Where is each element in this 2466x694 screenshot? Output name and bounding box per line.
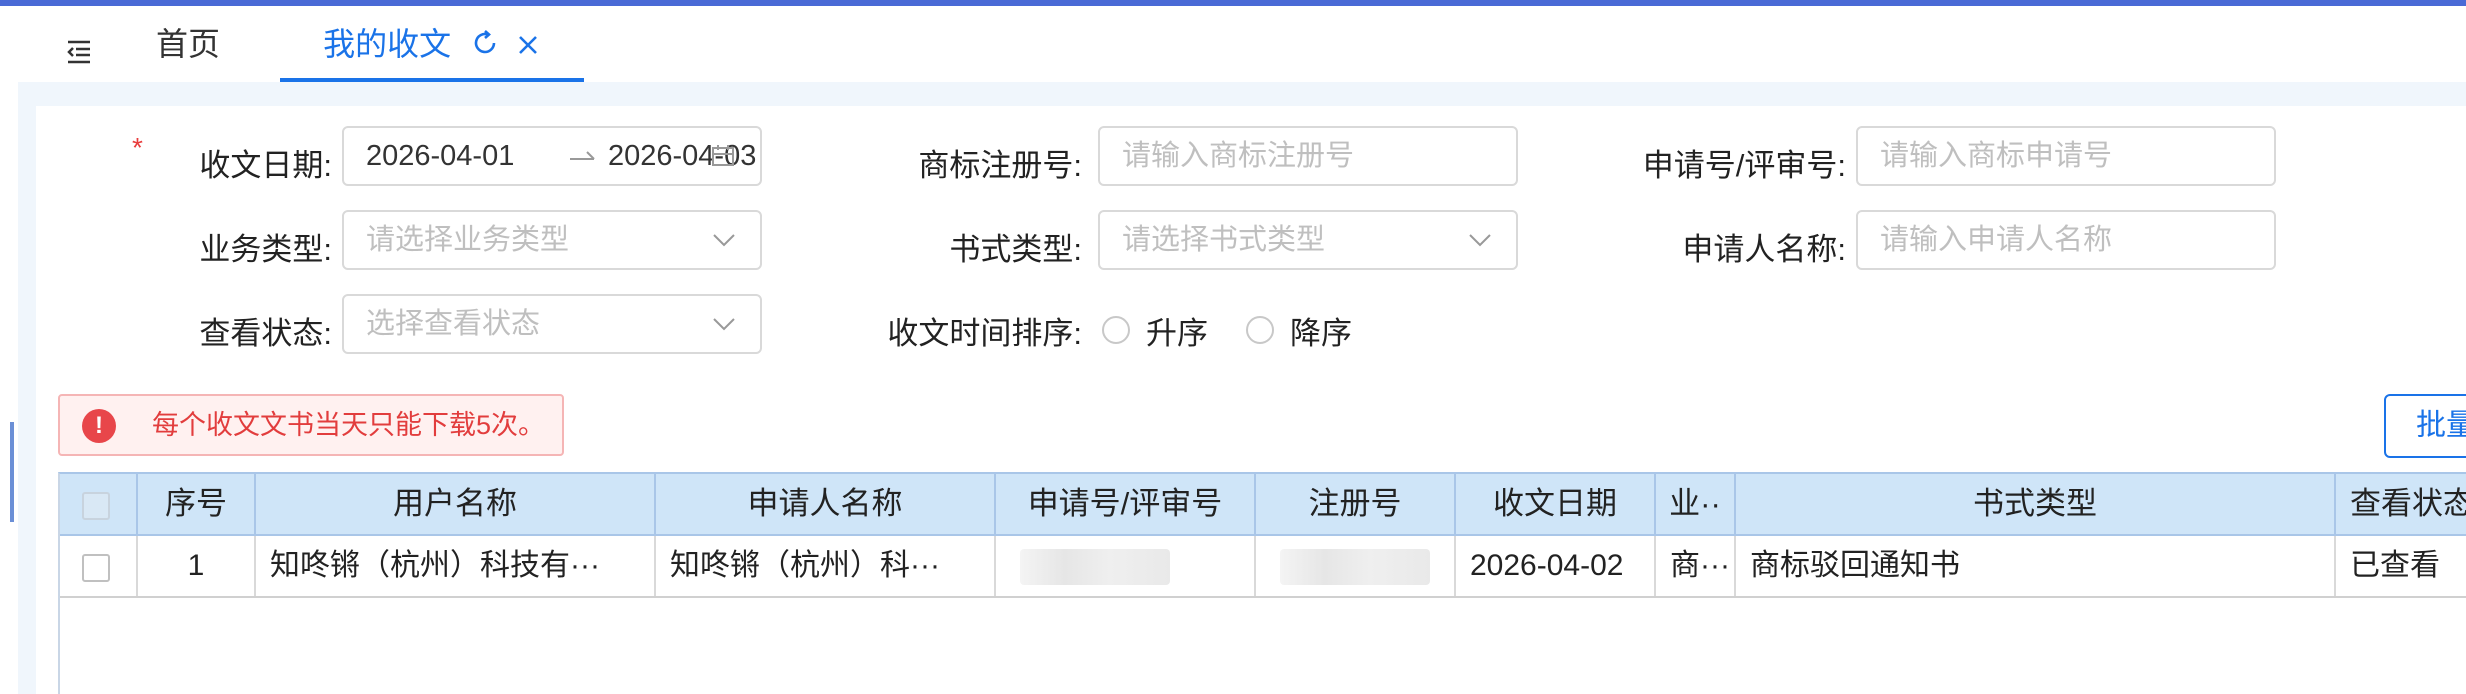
reg-no-input[interactable]: 请输入商标注册号: [1098, 126, 1518, 186]
applicant-input[interactable]: 请输入申请人名称: [1856, 210, 2276, 270]
applicant-label: 申请人名称:: [1682, 232, 1846, 267]
chevron-down-icon: [1468, 212, 1492, 268]
sidebar-edge-marker: [10, 422, 14, 522]
sort-label: 收文时间排序:: [887, 316, 1082, 351]
app-no-input[interactable]: 请输入商标申请号: [1856, 126, 2276, 186]
select-all-cell: [60, 474, 138, 534]
tab-my-received-label: 我的收文: [323, 26, 452, 62]
range-arrow-icon: [570, 128, 596, 184]
view-status-select[interactable]: 选择查看状态: [342, 294, 762, 354]
col-header-user[interactable]: 用户名称: [256, 474, 656, 534]
redacted-reg-no: [1280, 549, 1430, 586]
table-header: 序号 用户名称 申请人名称 申请号/评审号 注册号 收文日期 业·· 书式类型 …: [60, 474, 2466, 536]
tab-my-received[interactable]: 我的收文: [280, 6, 584, 82]
col-header-index[interactable]: 序号: [138, 474, 256, 534]
cell-view-status: 已查看: [2350, 549, 2440, 582]
col-header-date[interactable]: 收文日期: [1456, 474, 1656, 534]
doc-type-label: 书式类型:: [949, 232, 1082, 267]
calendar-icon[interactable]: [710, 128, 736, 184]
close-icon[interactable]: [515, 9, 541, 85]
download-limit-alert: ! 每个收文文书当天只能下载5次。: [58, 394, 564, 456]
col-header-reg-no[interactable]: 注册号: [1256, 474, 1456, 534]
view-status-label: 查看状态:: [199, 316, 332, 351]
cell-reg-no: [1256, 536, 1456, 596]
tab-bar: 首页 我的收文: [0, 6, 2466, 82]
table-row[interactable]: 1 知咚锵（杭州）科技有··· 知咚锵（杭州）科··· 2026-04-02 商…: [60, 536, 2466, 598]
biz-type-label: 业务类型:: [199, 232, 332, 267]
biz-type-select[interactable]: 请选择业务类型: [342, 210, 762, 270]
cell-user: 知咚锵（杭州）科技有···: [256, 536, 656, 596]
col-header-biz[interactable]: 业··: [1656, 474, 1736, 534]
col-header-view-status[interactable]: 查看状态: [2336, 474, 2466, 534]
batch-button[interactable]: 批量: [2384, 394, 2466, 458]
reg-no-placeholder: 请输入商标注册号: [1122, 140, 1355, 172]
applicant-placeholder: 请输入申请人名称: [1880, 224, 2113, 256]
doc-type-select[interactable]: 请选择书式类型: [1098, 210, 1518, 270]
cell-doc-type: 商标驳回通知书: [1736, 536, 2336, 596]
col-header-applicant[interactable]: 申请人名称: [656, 474, 996, 534]
cell-app-no: [996, 536, 1256, 596]
cell-date: 2026-04-02: [1456, 536, 1656, 596]
app-no-label: 申请号/评审号:: [1642, 148, 1846, 183]
view-status-placeholder: 选择查看状态: [366, 308, 541, 340]
alert-text: 每个收文文书当天只能下载5次。: [152, 410, 546, 440]
menu-fold-icon[interactable]: [62, 34, 96, 68]
tab-home-label: 首页: [156, 26, 221, 62]
row-select-cell: [60, 536, 138, 596]
doc-type-placeholder: 请选择书式类型: [1122, 224, 1326, 256]
chevron-down-icon: [712, 296, 736, 352]
cell-index: 1: [138, 536, 256, 596]
redacted-app-no: [1020, 549, 1170, 586]
refresh-icon[interactable]: [470, 9, 500, 85]
sort-asc-radio[interactable]: [1102, 316, 1130, 344]
date-label: 收文日期:: [199, 148, 332, 183]
sort-desc-radio[interactable]: [1246, 316, 1274, 344]
results-table: 序号 用户名称 申请人名称 申请号/评审号 注册号 收文日期 业·· 书式类型 …: [58, 472, 2466, 694]
select-all-checkbox[interactable]: [82, 492, 110, 520]
row-checkbox[interactable]: [82, 554, 110, 582]
cell-applicant: 知咚锵（杭州）科···: [656, 536, 996, 596]
tab-home[interactable]: 首页: [156, 6, 220, 82]
sort-desc-label[interactable]: 降序: [1290, 308, 1352, 353]
error-icon: !: [82, 409, 116, 443]
col-header-doc-type[interactable]: 书式类型: [1736, 474, 2336, 534]
app-no-placeholder: 请输入商标申请号: [1880, 140, 2113, 172]
chevron-down-icon: [712, 212, 736, 268]
biz-type-placeholder: 请选择业务类型: [366, 224, 570, 256]
cell-biz: 商···: [1656, 536, 1736, 596]
reg-no-label: 商标注册号:: [918, 148, 1082, 183]
date-start[interactable]: 2026-04-01: [366, 140, 514, 172]
date-range-picker[interactable]: 2026-04-01 2026-04-03: [342, 126, 762, 186]
col-header-app-no[interactable]: 申请号/评审号: [996, 474, 1256, 534]
required-mark: *: [132, 132, 143, 163]
sort-asc-label[interactable]: 升序: [1146, 308, 1208, 353]
